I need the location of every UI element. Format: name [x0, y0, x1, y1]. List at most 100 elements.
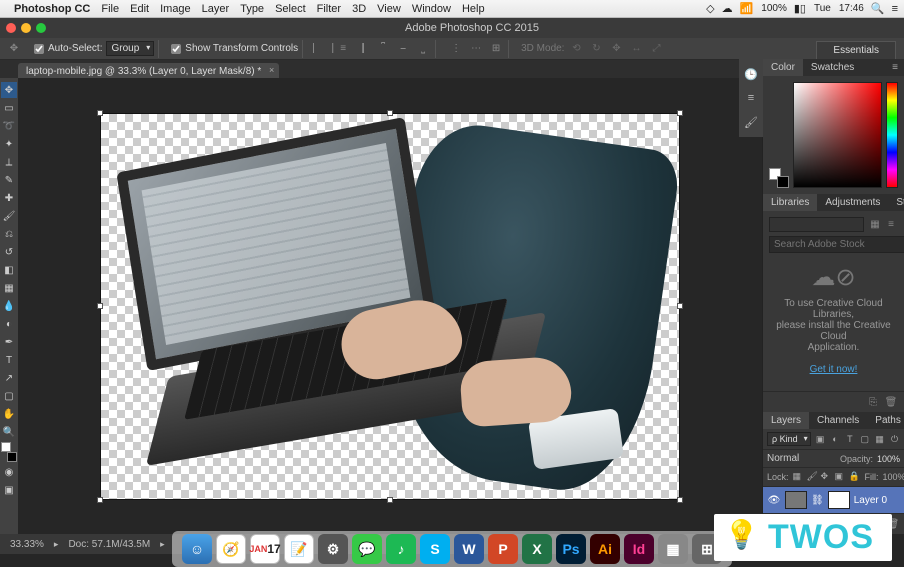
- color-panel-menu-icon[interactable]: ≡: [886, 59, 904, 76]
- dock-word-icon[interactable]: W: [454, 534, 484, 564]
- dock-spotify-icon[interactable]: ♪: [386, 534, 416, 564]
- zoom-level[interactable]: 33.33%: [10, 539, 44, 550]
- dock-notes-icon[interactable]: 📝: [284, 534, 314, 564]
- wifi-icon[interactable]: 📶: [740, 2, 754, 15]
- filter-shape-icon[interactable]: ▢: [859, 432, 870, 446]
- filter-smart-icon[interactable]: ▦: [874, 432, 885, 446]
- shape-tool[interactable]: ▢: [1, 388, 17, 404]
- tab-libraries[interactable]: Libraries: [763, 194, 817, 211]
- gradient-tool[interactable]: ▦: [1, 280, 17, 296]
- lock-all-icon[interactable]: 🔒: [849, 471, 861, 483]
- transform-handle[interactable]: [677, 110, 683, 116]
- heal-tool[interactable]: ✚: [1, 190, 17, 206]
- library-add-icon[interactable]: ⎘: [866, 395, 880, 409]
- 3d-pan-icon[interactable]: ✥: [608, 41, 624, 57]
- layer-mask-thumbnail[interactable]: [828, 491, 850, 509]
- eyedropper-tool[interactable]: ✎: [1, 172, 17, 188]
- status-bar-menu-icon[interactable]: ▸: [54, 539, 59, 550]
- lock-transparent-icon[interactable]: ▦: [793, 471, 805, 483]
- transform-handle[interactable]: [97, 110, 103, 116]
- cloud-icon[interactable]: ☁: [722, 2, 733, 15]
- marquee-tool[interactable]: ▭: [1, 100, 17, 116]
- tab-layers[interactable]: Layers: [763, 412, 809, 429]
- lock-position-icon[interactable]: ✥: [821, 471, 833, 483]
- 3d-slide-icon[interactable]: ↔: [628, 41, 644, 57]
- status-info-menu-icon[interactable]: ▸: [160, 539, 165, 550]
- blur-tool[interactable]: 💧: [1, 298, 17, 314]
- dock-safari-icon[interactable]: 🧭: [216, 534, 246, 564]
- fg-bg-colors[interactable]: [769, 168, 789, 188]
- quick-select-tool[interactable]: ✦: [1, 136, 17, 152]
- quick-mask-tool[interactable]: ◉: [1, 464, 17, 480]
- color-picker-field[interactable]: [793, 82, 882, 188]
- tab-styles[interactable]: Styles: [888, 194, 904, 211]
- fill-value[interactable]: 100%: [883, 472, 904, 482]
- brush-tool[interactable]: 🖌: [1, 208, 17, 224]
- align-right-icon[interactable]: ⎹⎸: [355, 41, 371, 57]
- history-panel-icon[interactable]: 🕒: [742, 65, 760, 83]
- layer-visibility-icon[interactable]: 👁: [767, 495, 781, 506]
- close-window-button[interactable]: [6, 23, 16, 33]
- 3d-roll-icon[interactable]: ↻: [588, 41, 604, 57]
- menu-help[interactable]: Help: [462, 3, 485, 15]
- dropbox-icon[interactable]: ◇: [706, 2, 714, 15]
- document-canvas[interactable]: [100, 113, 680, 500]
- transform-handle[interactable]: [387, 497, 393, 503]
- library-delete-icon[interactable]: 🗑: [884, 395, 898, 409]
- menu-type[interactable]: Type: [240, 3, 264, 15]
- align-left-icon[interactable]: ⎸⎹: [315, 41, 331, 57]
- canvas-viewport[interactable]: [18, 78, 762, 534]
- battery-icon[interactable]: ▮▯: [794, 2, 806, 15]
- document-info[interactable]: Doc: 57.1M/43.5M: [68, 539, 150, 550]
- stock-search-input[interactable]: [769, 236, 904, 253]
- lasso-tool[interactable]: ➰: [1, 118, 17, 134]
- dock-preferences-icon[interactable]: ⚙: [318, 534, 348, 564]
- align-vcenter-icon[interactable]: ⎯: [395, 41, 411, 57]
- spotlight-icon[interactable]: 🔍: [871, 2, 885, 15]
- dodge-tool[interactable]: ◐: [1, 316, 17, 332]
- layer-mask-link-icon[interactable]: ⛓: [811, 495, 824, 506]
- filter-type-icon[interactable]: T: [844, 432, 855, 446]
- tab-color[interactable]: Color: [763, 59, 803, 76]
- stamp-tool[interactable]: ⎌: [1, 226, 17, 242]
- layer-thumbnail[interactable]: [785, 491, 807, 509]
- crop-tool[interactable]: ⟂: [1, 154, 17, 170]
- zoom-tool[interactable]: 🔍: [1, 424, 17, 440]
- dock-finder-icon[interactable]: ☺: [182, 534, 212, 564]
- menu-edit[interactable]: Edit: [130, 3, 149, 15]
- type-tool[interactable]: T: [1, 352, 17, 368]
- hand-tool[interactable]: ✋: [1, 406, 17, 422]
- library-grid-view-icon[interactable]: ▦: [868, 217, 882, 231]
- tab-paths[interactable]: Paths: [867, 412, 904, 429]
- layer-name[interactable]: Layer 0: [854, 495, 887, 506]
- lock-artboard-icon[interactable]: ▣: [835, 471, 847, 483]
- dock-powerpoint-icon[interactable]: P: [488, 534, 518, 564]
- align-bottom-icon[interactable]: ⎵: [415, 41, 431, 57]
- app-menu[interactable]: Photoshop CC: [14, 3, 90, 15]
- dock-skype-icon[interactable]: S: [420, 534, 450, 564]
- opacity-value[interactable]: 100%: [877, 454, 900, 464]
- fg-bg-swatch[interactable]: [1, 442, 17, 462]
- 3d-rotate-icon[interactable]: ⟲: [568, 41, 584, 57]
- eraser-tool[interactable]: ◧: [1, 262, 17, 278]
- path-tool[interactable]: ↗: [1, 370, 17, 386]
- screen-mode-tool[interactable]: ▣: [1, 482, 17, 498]
- menu-layer[interactable]: Layer: [202, 3, 230, 15]
- filter-toggle-icon[interactable]: ⏻: [889, 432, 900, 446]
- dock-photoshop-icon[interactable]: Ps: [556, 534, 586, 564]
- workspace-switcher[interactable]: Essentials: [816, 41, 896, 60]
- menu-file[interactable]: File: [101, 3, 119, 15]
- history-brush-tool[interactable]: ↺: [1, 244, 17, 260]
- transform-handle[interactable]: [97, 303, 103, 309]
- layer-row[interactable]: 👁 ⛓ Layer 0: [763, 487, 904, 513]
- transform-handle[interactable]: [97, 497, 103, 503]
- 3d-scale-icon[interactable]: ⤢: [648, 41, 664, 57]
- dock-messages-icon[interactable]: 💬: [352, 534, 382, 564]
- hue-slider[interactable]: [886, 82, 898, 188]
- lock-pixels-icon[interactable]: 🖌: [807, 471, 819, 483]
- filter-adjust-icon[interactable]: ◐: [830, 432, 841, 446]
- tab-channels[interactable]: Channels: [809, 412, 867, 429]
- dock-illustrator-icon[interactable]: Ai: [590, 534, 620, 564]
- menu-window[interactable]: Window: [412, 3, 451, 15]
- blend-mode-dropdown[interactable]: Normal: [767, 453, 836, 464]
